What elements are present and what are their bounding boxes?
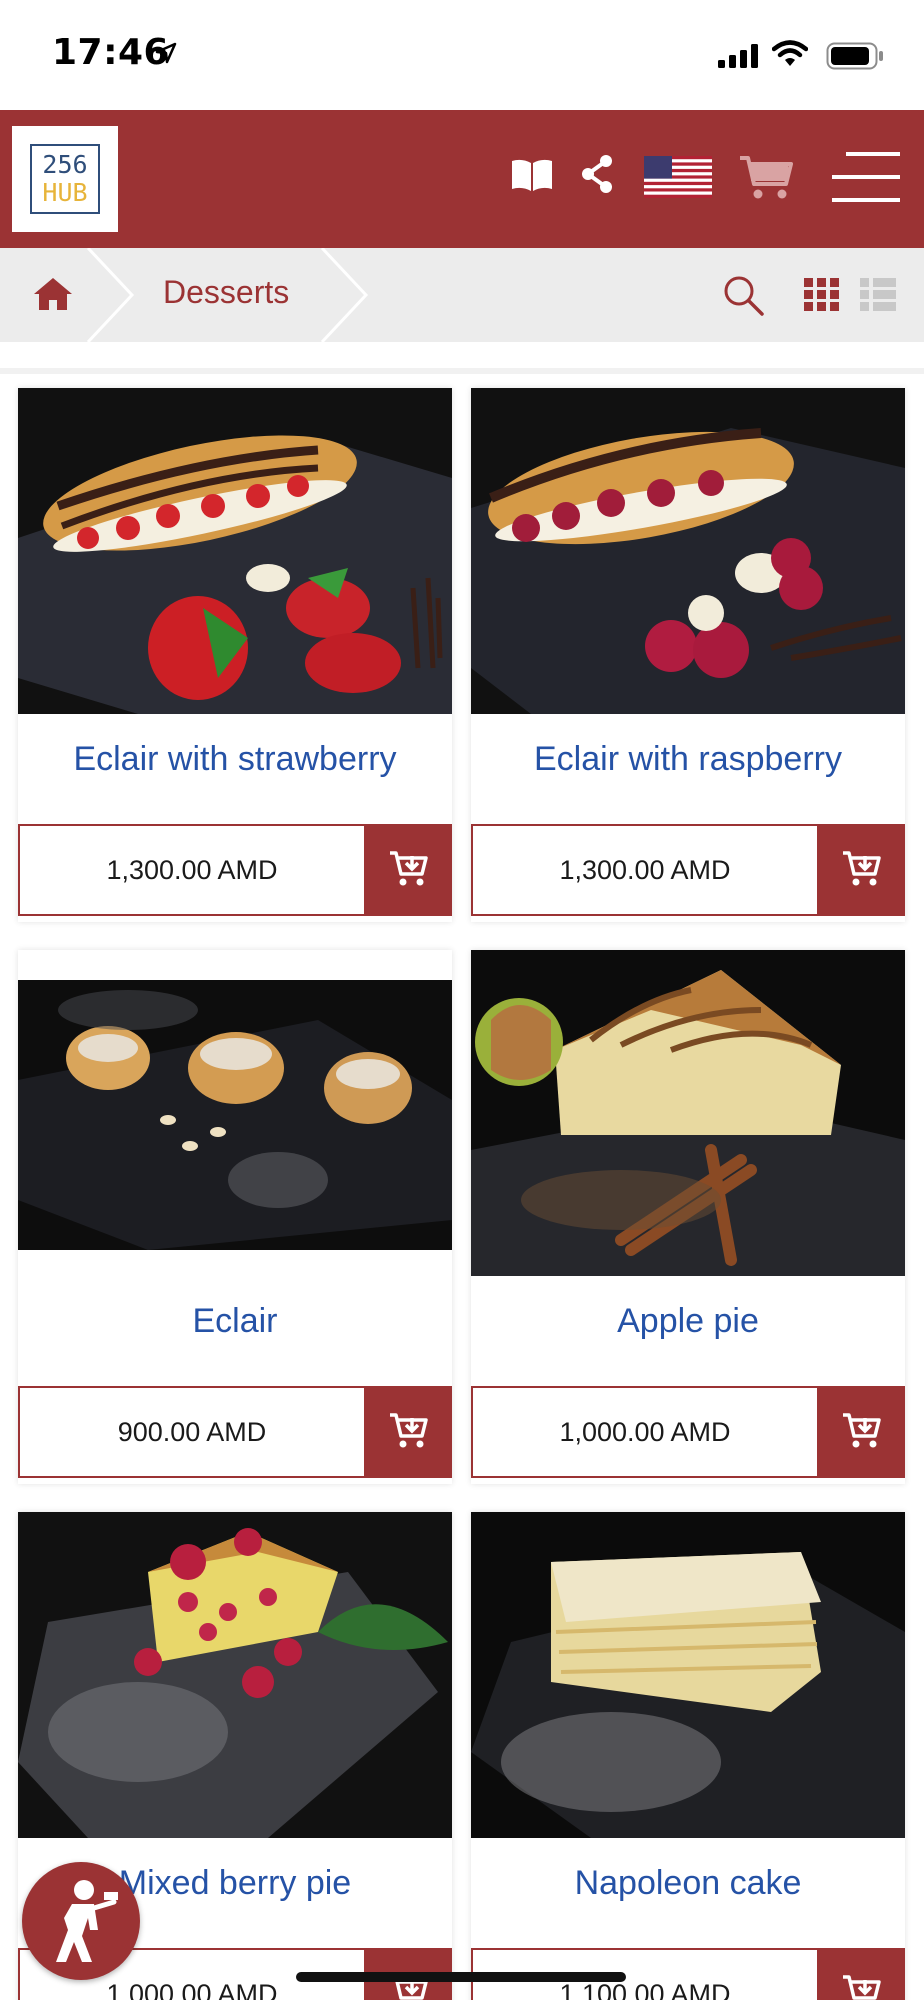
cart-icon[interactable] — [738, 154, 794, 202]
share-icon[interactable] — [580, 154, 614, 194]
us-flag-icon[interactable] — [644, 156, 712, 198]
product-image[interactable] — [18, 950, 452, 1276]
grid-view-icon[interactable] — [804, 278, 840, 312]
breadcrumb: Desserts — [0, 248, 924, 342]
product-price: 1,300.00 AMD — [471, 824, 817, 916]
location-arrow-icon — [155, 42, 177, 64]
wifi-icon — [772, 40, 808, 66]
section-divider — [0, 368, 924, 374]
breadcrumb-current[interactable]: Desserts — [163, 274, 289, 311]
app-screen: 17:46 256 HUB Desserts Eclair with straw… — [0, 0, 924, 2000]
add-to-cart-icon — [843, 1975, 881, 2000]
product-card[interactable]: Eclair with raspberry 1,300.00 AMD — [471, 388, 905, 922]
home-indicator[interactable] — [296, 1972, 626, 1982]
search-icon[interactable] — [722, 274, 764, 316]
add-to-cart-button[interactable] — [364, 1386, 452, 1478]
logo-text-bottom: HUB — [42, 178, 88, 207]
breadcrumb-separator — [320, 248, 369, 342]
product-card[interactable]: Napoleon cake 1,100.00 AMD — [471, 1512, 905, 2000]
add-to-cart-icon — [390, 851, 428, 886]
product-image[interactable] — [471, 388, 905, 714]
product-title[interactable]: Napoleon cake — [471, 1864, 905, 1903]
product-title[interactable]: Apple pie — [471, 1302, 905, 1341]
product-image[interactable] — [471, 1512, 905, 1838]
status-bar: 17:46 — [0, 0, 924, 110]
call-waiter-button[interactable] — [22, 1862, 140, 1980]
product-price: 900.00 AMD — [18, 1386, 364, 1478]
add-to-cart-icon — [843, 851, 881, 886]
cellular-signal-icon — [718, 44, 758, 68]
add-to-cart-icon — [843, 1413, 881, 1448]
product-image[interactable] — [471, 950, 905, 1276]
add-to-cart-button[interactable] — [817, 1386, 905, 1478]
product-image[interactable] — [18, 1512, 452, 1838]
logo-text-top: 256 — [42, 150, 88, 179]
product-price: 1,300.00 AMD — [18, 824, 364, 916]
hamburger-menu-icon[interactable] — [832, 150, 902, 204]
add-to-cart-button[interactable] — [817, 824, 905, 916]
product-card[interactable]: Eclair with strawberry 1,300.00 AMD — [18, 388, 452, 922]
logo-frame: 256 HUB — [30, 144, 100, 214]
status-time: 17:46 — [52, 32, 170, 73]
book-icon[interactable] — [510, 158, 554, 192]
add-to-cart-icon — [390, 1413, 428, 1448]
app-header: 256 HUB — [0, 110, 924, 248]
battery-icon — [826, 42, 883, 70]
home-icon[interactable] — [32, 276, 74, 312]
waiter-icon — [56, 1880, 118, 1962]
product-title[interactable]: Eclair with strawberry — [18, 740, 452, 779]
product-title[interactable]: Eclair with raspberry — [471, 740, 905, 779]
add-to-cart-button[interactable] — [364, 824, 452, 916]
product-image[interactable] — [18, 388, 452, 714]
product-card[interactable]: Eclair 900.00 AMD — [18, 950, 452, 1484]
product-title[interactable]: Eclair — [18, 1302, 452, 1341]
product-card[interactable]: Apple pie 1,000.00 AMD — [471, 950, 905, 1484]
product-price: 1,000.00 AMD — [471, 1386, 817, 1478]
list-view-icon[interactable] — [860, 278, 896, 312]
logo[interactable]: 256 HUB — [12, 126, 118, 232]
add-to-cart-button[interactable] — [817, 1948, 905, 2000]
breadcrumb-separator — [86, 248, 135, 342]
